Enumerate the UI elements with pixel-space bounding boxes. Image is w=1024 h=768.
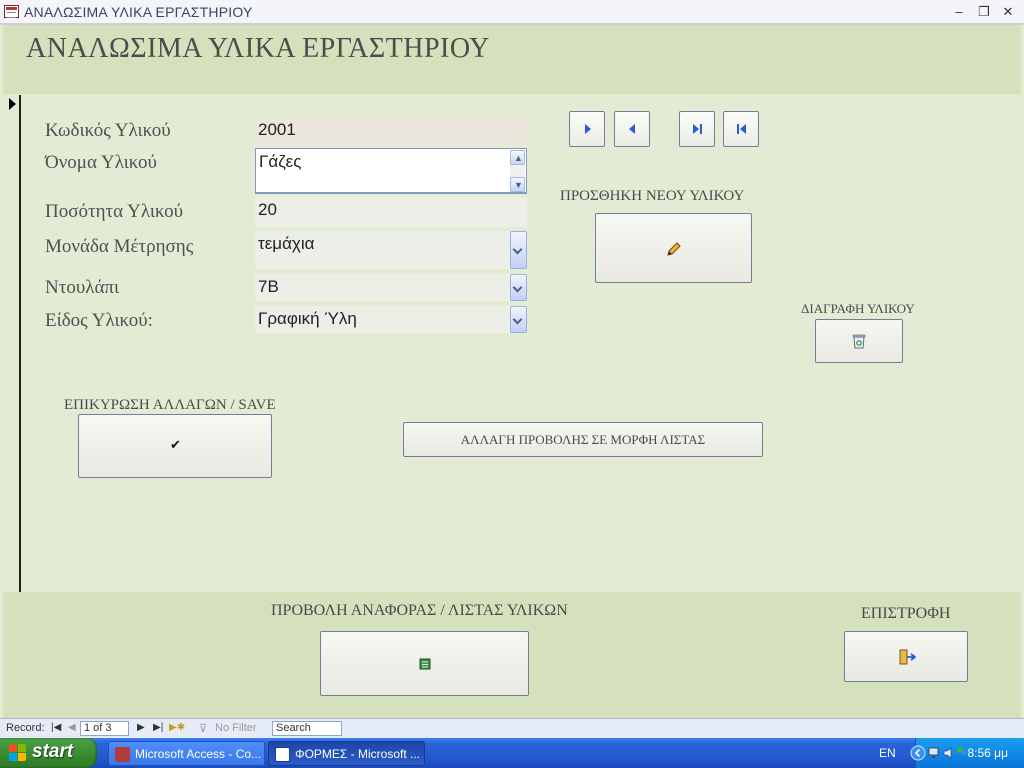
- name-scrollbar[interactable]: ▲ ▼: [510, 150, 525, 192]
- list-view-label: ΑΛΛΑΓΗ ΠΡΟΒΟΛΗΣ ΣΕ ΜΟΡΦΗ ΛΙΣΤΑΣ: [460, 432, 706, 447]
- cabinet-label: Ντουλάπι: [45, 277, 120, 298]
- start-label: start: [32, 741, 74, 762]
- add-new-caption: ΠΡΟΣΘΗΚΗ ΝΕΟΥ ΥΛΙΚΟΥ: [560, 188, 745, 204]
- list-view-button[interactable]: ΑΛΛΑΓΗ ΠΡΟΒΟΛΗΣ ΣΕ ΜΟΡΦΗ ΛΙΣΤΑΣ: [403, 422, 763, 457]
- scroll-down-button[interactable]: ▼: [510, 177, 525, 192]
- type-dropdown-button[interactable]: [510, 306, 527, 333]
- restore-button[interactable]: ❐: [975, 3, 993, 20]
- last-record-nav-icon[interactable]: ▶|: [153, 722, 163, 733]
- language-indicator[interactable]: EN: [879, 746, 896, 760]
- return-caption: ΕΠΙΣΤΡΟΦΗ: [861, 605, 951, 622]
- form-area: ΑΝΑΛΩΣΙΜΑ ΥΛΙΚΑ ΕΡΓΑΣΤΗΡΙΟΥ Κωδικός Υλικ…: [0, 25, 1024, 718]
- add-new-button[interactable]: [595, 213, 752, 283]
- save-button[interactable]: ✔: [78, 414, 272, 478]
- cabinet-dropdown-button[interactable]: [510, 274, 527, 301]
- form-header: ΑΝΑΛΩΣΙΜΑ ΥΛΙΚΑ ΕΡΓΑΣΤΗΡΙΟΥ: [3, 25, 1021, 94]
- quantity-label: Ποσότητα Υλικού: [45, 201, 184, 222]
- taskbar-item-label: Microsoft Access - Co...: [135, 747, 262, 761]
- name-value: Γάζες: [259, 152, 302, 171]
- recycle-bin-icon: [852, 334, 866, 349]
- exit-door-icon: [899, 649, 916, 665]
- type-value: Γραφική Ύλη: [258, 309, 357, 328]
- minimize-button[interactable]: –: [950, 3, 968, 20]
- window-title-bar: ΑΝΑΛΩΣΙΜΑ ΥΛΙΚΑ ΕΡΓΑΣΤΗΡΙΟΥ – ❐ ✕: [0, 0, 1024, 24]
- current-record-icon: [9, 98, 16, 110]
- window-title: ΑΝΑΛΩΣΙΜΑ ΥΛΙΚΑ ΕΡΓΑΣΤΗΡΙΟΥ: [24, 4, 253, 20]
- unit-value: τεμάχια: [258, 234, 315, 253]
- unit-dropdown-button[interactable]: [510, 231, 527, 269]
- record-navigation-bar: Record: |◀ ◀ 1 of 3 ▶ ▶| ▶✱ ⊽ No Filter …: [0, 718, 1024, 738]
- record-label: Record:: [6, 722, 45, 734]
- unit-combobox[interactable]: τεμάχια: [255, 231, 527, 269]
- form-footer: ΠΡΟΒΟΛΗ ΑΝΑΦΟΡΑΣ / ΛΙΣΤΑΣ ΥΛΙΚΩΝ ΕΠΙΣΤΡΟ…: [3, 592, 1021, 718]
- form-title: ΑΝΑΛΩΣΙΜΑ ΥΛΙΚΑ ΕΡΓΑΣΤΗΡΙΟΥ: [26, 33, 490, 64]
- next-record-button[interactable]: [569, 111, 605, 147]
- access-app-icon: [115, 747, 130, 762]
- taskbar-item-word[interactable]: ΦΟΡΜΕΣ - Microsoft ...: [268, 741, 425, 766]
- save-caption: ΕΠΙΚΥΡΩΣΗ ΑΛΛΑΓΩΝ / SAVE: [64, 397, 276, 413]
- search-field[interactable]: Search: [272, 721, 342, 736]
- code-label: Κωδικός Υλικού: [45, 120, 171, 141]
- last-record-button[interactable]: [679, 111, 715, 147]
- delete-caption: ΔΙΑΓΡΑΦΗ ΥΛΙΚΟΥ: [801, 301, 915, 316]
- filter-icon: ⊽: [199, 723, 208, 735]
- report-caption: ΠΡΟΒΟΛΗ ΑΝΑΦΟΡΑΣ / ΛΙΣΤΑΣ ΥΛΙΚΩΝ: [271, 602, 568, 619]
- form-window-icon[interactable]: [4, 5, 19, 18]
- unit-label: Μονάδα Μέτρησης: [45, 236, 194, 257]
- previous-record-icon: [629, 124, 635, 134]
- taskbar-item-access[interactable]: Microsoft Access - Co...: [108, 741, 265, 766]
- delete-button[interactable]: [815, 319, 903, 363]
- name-field[interactable]: Γάζες ▲ ▼: [255, 148, 527, 194]
- chevron-up-icon: ▲: [514, 153, 523, 163]
- chevron-down-icon: ▼: [514, 180, 523, 190]
- word-document-icon: [275, 747, 290, 762]
- cabinet-value: 7Β: [258, 277, 279, 296]
- system-tray: 8:56 μμ: [910, 738, 1024, 768]
- report-button[interactable]: [320, 631, 529, 696]
- first-record-nav-icon[interactable]: |◀: [51, 722, 61, 733]
- show-hidden-icons-button[interactable]: [910, 745, 926, 761]
- close-button[interactable]: ✕: [999, 3, 1017, 20]
- return-button[interactable]: [844, 631, 968, 682]
- type-label: Είδος Υλικού:: [45, 310, 153, 331]
- clock[interactable]: 8:56 μμ: [967, 746, 1008, 760]
- new-record-nav-icon[interactable]: ▶✱: [169, 722, 185, 733]
- code-field[interactable]: 2001: [255, 117, 527, 147]
- checkmark-icon: ✔: [170, 437, 181, 452]
- previous-record-nav-icon[interactable]: ◀: [68, 722, 76, 733]
- quantity-field[interactable]: 20: [255, 197, 527, 227]
- windows-logo-icon: [9, 744, 27, 762]
- first-record-button[interactable]: [723, 111, 759, 147]
- record-position-field[interactable]: 1 of 3: [80, 721, 129, 736]
- report-icon: [419, 658, 431, 670]
- previous-record-button[interactable]: [614, 111, 650, 147]
- record-selector[interactable]: [3, 95, 21, 592]
- scroll-up-button[interactable]: ▲: [510, 150, 525, 165]
- taskbar-item-label: ΦΟΡΜΕΣ - Microsoft ...: [295, 747, 421, 761]
- pencil-icon: [667, 242, 681, 256]
- filter-status[interactable]: No Filter: [215, 722, 257, 734]
- next-record-icon: [585, 124, 591, 134]
- type-combobox[interactable]: Γραφική Ύλη: [255, 306, 527, 333]
- name-label: Όνομα Υλικού: [45, 152, 157, 173]
- start-button[interactable]: start: [0, 738, 97, 768]
- taskbar: start Microsoft Access - Co... ΦΟΡΜΕΣ - …: [0, 738, 1024, 768]
- cabinet-combobox[interactable]: 7Β: [255, 274, 527, 301]
- next-record-nav-icon[interactable]: ▶: [137, 722, 145, 733]
